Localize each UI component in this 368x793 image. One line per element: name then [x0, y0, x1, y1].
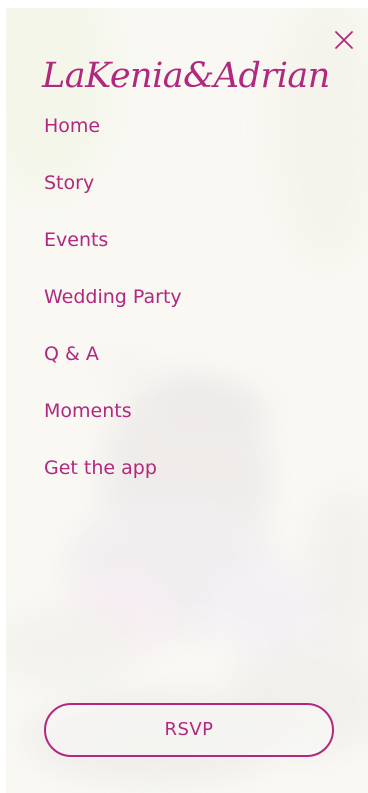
- nav-link-events[interactable]: Events: [44, 225, 108, 255]
- nav-link-home[interactable]: Home: [44, 111, 100, 141]
- rsvp-button[interactable]: RSVP: [44, 703, 334, 757]
- close-x-icon: [335, 31, 353, 49]
- nav-link-get-the-app[interactable]: Get the app: [44, 453, 157, 483]
- nav-item-wedding-party: Wedding Party: [44, 282, 182, 339]
- nav-link-q-and-a[interactable]: Q & A: [44, 339, 99, 369]
- nav-link-moments[interactable]: Moments: [44, 396, 132, 426]
- menu-panel: LaKenia&Adrian Home Story Events Wedding…: [6, 8, 368, 793]
- nav-link-story[interactable]: Story: [44, 168, 94, 198]
- nav-item-events: Events: [44, 225, 182, 282]
- site-logo-text[interactable]: LaKenia&Adrian: [42, 44, 332, 108]
- nav-link-wedding-party[interactable]: Wedding Party: [44, 282, 182, 312]
- nav-item-get-the-app: Get the app: [44, 453, 182, 510]
- nav-item-moments: Moments: [44, 396, 182, 453]
- main-navigation: Home Story Events Wedding Party Q & A Mo…: [44, 111, 182, 510]
- nav-item-home: Home: [44, 111, 182, 168]
- nav-item-q-and-a: Q & A: [44, 339, 182, 396]
- close-menu-button[interactable]: [332, 28, 356, 52]
- nav-item-story: Story: [44, 168, 182, 225]
